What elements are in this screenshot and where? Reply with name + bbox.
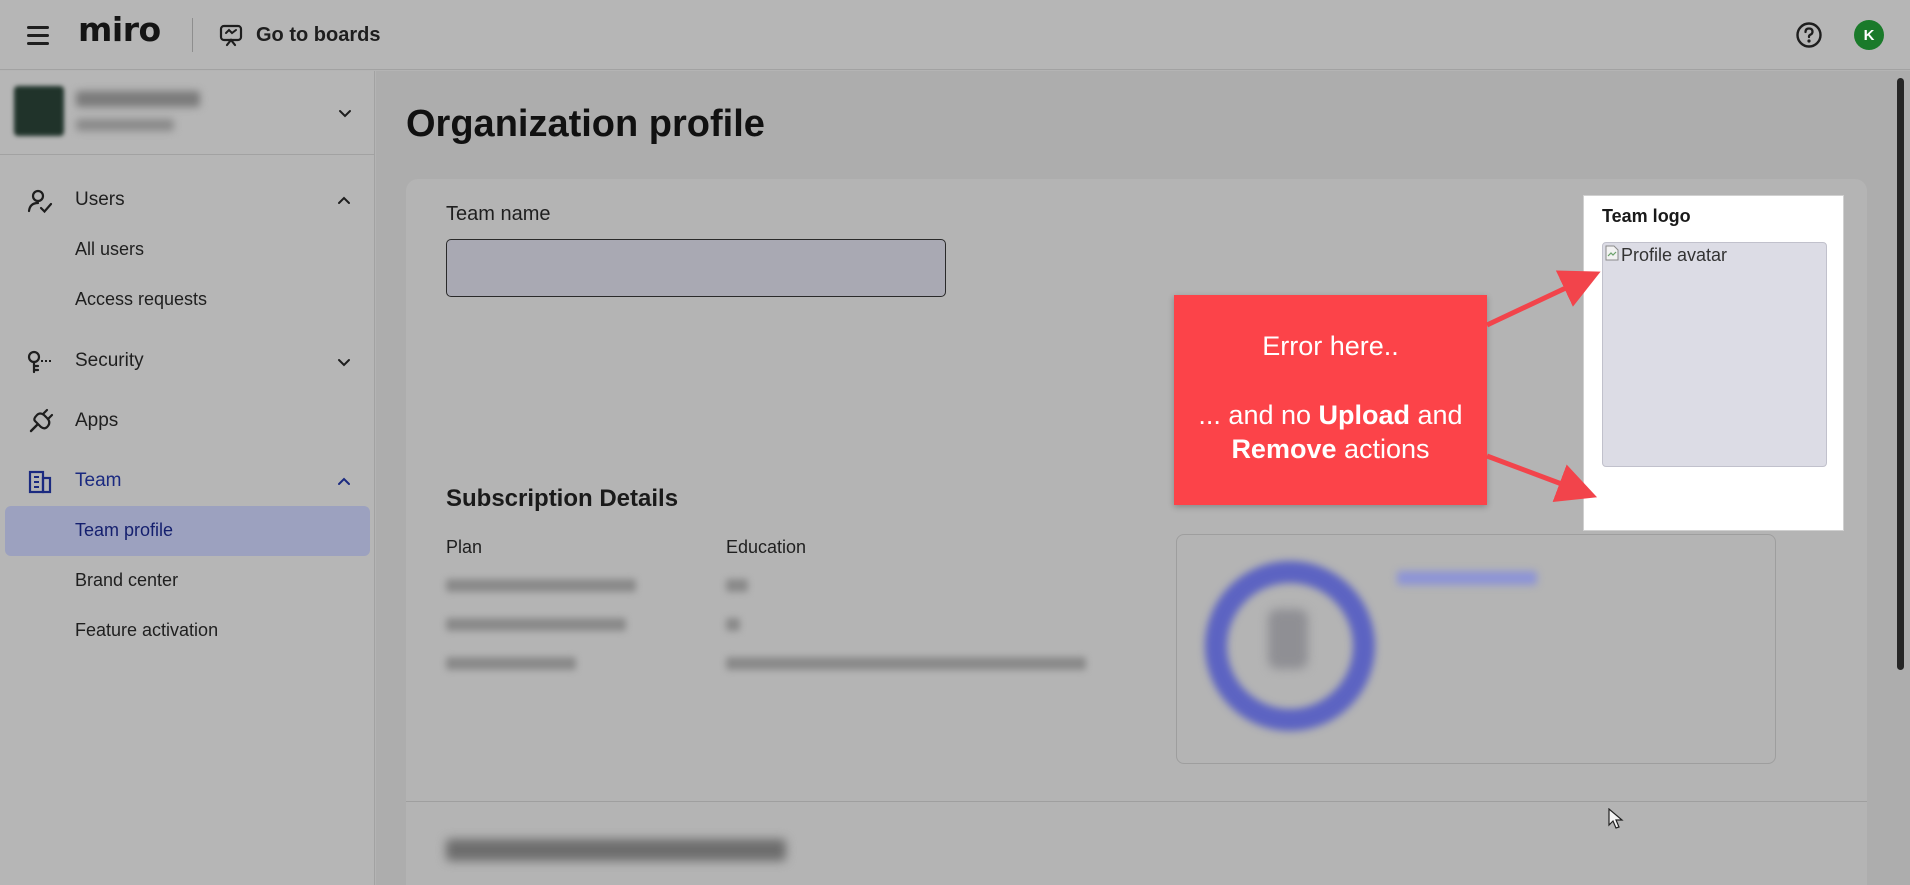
topbar-divider [192,18,193,52]
sidebar-item-access-requests[interactable]: Access requests [0,275,375,325]
miro-logo[interactable]: miro [78,10,161,49]
main-scrollbar[interactable] [1897,78,1904,670]
redacted-row-value [726,657,1086,670]
usage-ring-center [1268,609,1308,669]
user-avatar[interactable]: K [1854,20,1884,50]
team-name-input[interactable] [446,239,946,297]
annotation-text: and [1410,400,1463,430]
broken-image: Profile avatar [1605,245,1727,265]
sidebar-item-team-profile[interactable]: Team profile [5,506,370,556]
subscription-details-title: Subscription Details [446,485,679,512]
error-annotation-callout: Error here.. ... and no Upload and Remove… [1174,295,1487,505]
redacted-row-label [446,657,576,670]
redacted-row-label [446,618,626,631]
redacted-row-value [726,618,740,631]
team-name-label: Team name [446,203,551,225]
chevron-down-icon [339,110,351,118]
page-title: Organization profile [406,103,765,145]
sidebar-item-label: Team profile [75,520,174,540]
team-logo-panel: Team logo Profile avatar [1583,195,1844,531]
redacted-row-label [446,579,636,592]
key-icon [27,350,52,374]
building-icon [28,470,52,494]
redacted-row-value [726,579,748,592]
sidebar-item-all-users[interactable]: All users [0,225,375,275]
top-bar: miro Go to boards K [0,0,1910,70]
sidebar-item-team[interactable]: Team [0,456,375,506]
plan-label: Plan [446,537,483,557]
sidebar-item-label: Brand center [75,570,179,590]
go-to-boards-label: Go to boards [256,23,381,46]
organization-name-redacted [76,91,200,107]
sidebar-item-label: Team [75,470,122,491]
sidebar-item-label: Users [75,189,125,210]
organization-plan-redacted [76,119,174,131]
annotation-upload-word: Upload [1318,400,1411,430]
team-logo-image[interactable]: Profile avatar [1602,242,1827,467]
sidebar: Users All users Access requests Security… [0,71,375,885]
sidebar-item-security[interactable]: Security [0,336,375,386]
sidebar-item-label: Feature activation [75,620,219,640]
sidebar-item-users[interactable]: Users [0,175,375,225]
sidebar-item-label: Apps [75,410,119,431]
menu-icon[interactable] [27,24,51,46]
license-usage-panel [1176,534,1776,764]
organization-switcher[interactable] [0,71,375,155]
redacted-usage-link[interactable] [1397,571,1537,585]
team-logo-title: Team logo [1602,206,1691,226]
chevron-down-icon [338,359,350,367]
organization-avatar [14,86,64,136]
sidebar-item-feature-activation[interactable]: Feature activation [0,606,375,656]
redacted-section-heading [446,839,786,861]
sidebar-item-label: Security [75,350,144,371]
sidebar-item-apps[interactable]: Apps [0,396,375,446]
help-icon[interactable] [1795,21,1823,49]
chevron-up-icon [338,477,350,485]
annotation-remove-word: Remove [1231,434,1337,464]
sidebar-item-brand-center[interactable]: Brand center [0,556,375,606]
annotation-text: ... and no [1198,400,1319,430]
chevron-up-icon [338,196,350,204]
sidebar-item-label: Access requests [75,289,208,309]
annotation-line-1: Error here.. [1262,331,1399,361]
annotation-line-2: ... and no Upload and Remove actions [1174,398,1487,466]
user-check-icon [27,189,53,214]
broken-image-icon [1605,245,1619,261]
image-alt-text: Profile avatar [1621,245,1728,265]
sidebar-item-label: All users [75,239,145,259]
mouse-cursor-icon [1608,808,1624,829]
section-divider [406,801,1867,802]
board-icon [219,24,243,47]
go-to-boards-button[interactable]: Go to boards [218,21,380,49]
plan-value: Education [726,537,807,557]
plug-icon [29,408,54,433]
annotation-text: actions [1336,434,1430,464]
